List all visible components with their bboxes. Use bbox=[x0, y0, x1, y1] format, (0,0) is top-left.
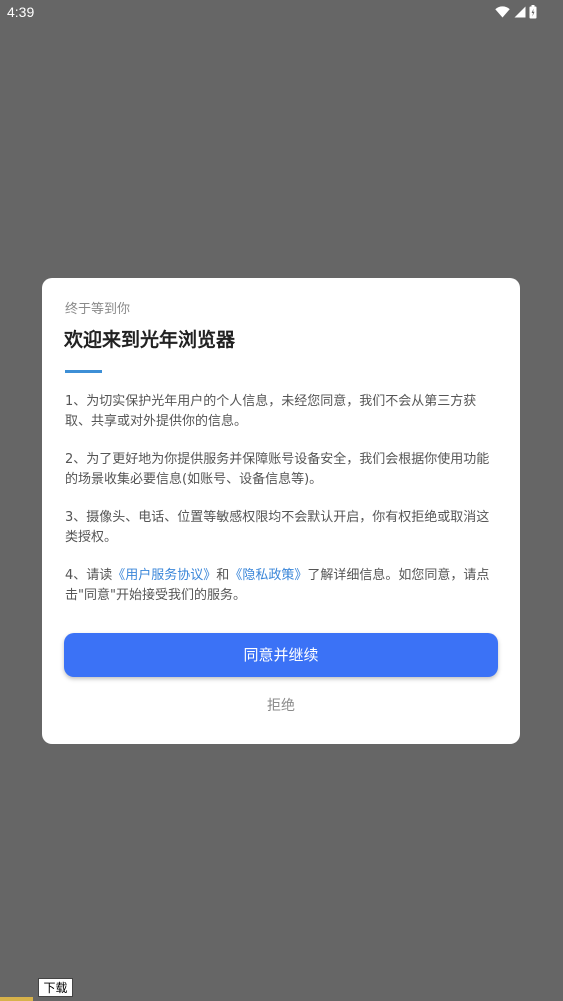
privacy-policy-link[interactable]: 《隐私政策》 bbox=[229, 568, 307, 583]
term-4-prefix: 4、请读 bbox=[65, 568, 113, 583]
terms-list: 1、为切实保护光年用户的个人信息，未经您同意，我们不会从第三方获取、共享或对外提… bbox=[65, 392, 499, 624]
term-3: 3、摄像头、电话、位置等敏感权限均不会默认开启，你有权拒绝或取消这类授权。 bbox=[65, 510, 490, 545]
privacy-dialog: 终于等到你 欢迎来到光年浏览器 1、为切实保护光年用户的个人信息，未经您同意，我… bbox=[42, 278, 520, 744]
term-1: 1、为切实保护光年用户的个人信息，未经您同意，我们不会从第三方获取、共享或对外提… bbox=[65, 394, 477, 429]
agree-continue-button[interactable]: 同意并继续 bbox=[64, 633, 498, 677]
reject-button[interactable]: 拒绝 bbox=[42, 696, 520, 716]
wifi-icon bbox=[495, 6, 510, 18]
term-4: 4、请读《用户服务协议》和《隐私政策》了解详细信息。如您同意，请点击"同意"开始… bbox=[65, 566, 499, 606]
battery-icon bbox=[529, 5, 537, 19]
status-time: 4:39 bbox=[7, 4, 35, 20]
taskbar-strip bbox=[0, 997, 33, 1001]
status-bar: 4:39 bbox=[0, 0, 563, 24]
term-4-and: 和 bbox=[216, 568, 230, 583]
download-tooltip: 下载 bbox=[38, 978, 73, 997]
status-icons bbox=[495, 4, 537, 20]
user-agreement-link[interactable]: 《用户服务协议》 bbox=[112, 568, 216, 583]
signal-icon bbox=[513, 6, 526, 18]
dialog-title: 欢迎来到光年浏览器 bbox=[64, 329, 236, 351]
dialog-subtitle: 终于等到你 bbox=[65, 302, 131, 317]
term-2: 2、为了更好地为你提供服务并保障账号设备安全，我们会根据你使用功能的场景收集必要… bbox=[65, 452, 490, 487]
title-underline bbox=[65, 370, 102, 373]
